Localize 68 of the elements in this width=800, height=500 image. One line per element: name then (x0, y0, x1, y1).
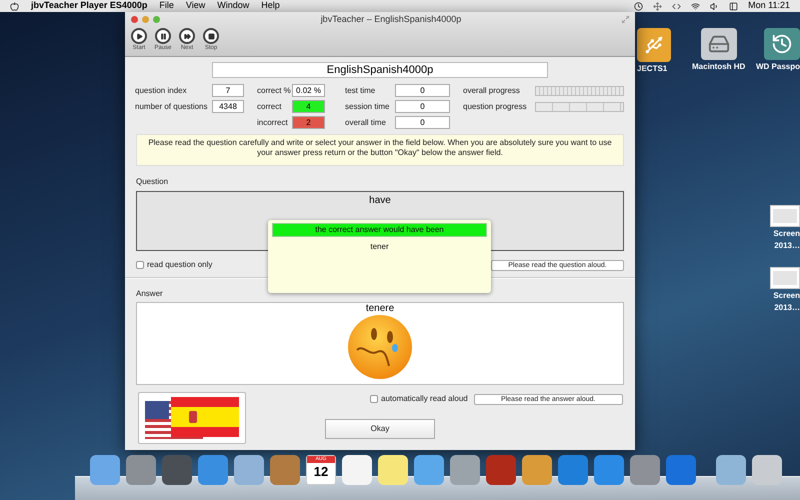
question-text: have (369, 194, 391, 208)
desktop-icon-label: Macintosh HD (692, 62, 746, 72)
answer-text: tenere (366, 303, 394, 314)
stat-label: test time (345, 84, 376, 96)
stat-label: session time (345, 100, 390, 112)
wifi-icon[interactable] (691, 2, 700, 10)
fast-forward-icon (179, 28, 195, 44)
stop-icon (203, 28, 219, 44)
desktop-icon-label: Screen (773, 291, 800, 301)
language-flag-panel[interactable] (138, 392, 246, 444)
hard-drive-icon[interactable] (700, 28, 737, 60)
checkbox[interactable] (136, 261, 144, 269)
stat-label: incorrect (257, 116, 289, 128)
minimize-button[interactable] (142, 16, 149, 23)
stat-label: number of questions (135, 100, 208, 112)
clock-icon[interactable] (634, 2, 644, 10)
apple-icon[interactable] (10, 2, 19, 10)
stat-label: correct % (257, 84, 292, 96)
stat-field: 4348 (212, 100, 244, 113)
menu-item[interactable]: View (186, 0, 206, 13)
move-icon[interactable] (653, 2, 662, 10)
menu-item[interactable]: Window (217, 0, 250, 13)
desktop-icon-label: 2013… (774, 303, 800, 313)
menu-clock[interactable]: Mon 11:21 (748, 0, 790, 13)
desktop-icon-label: JECTS1 (637, 64, 668, 74)
usb-drive-icon[interactable] (637, 28, 671, 62)
stat-field: 4 (292, 100, 325, 113)
okay-button[interactable]: Okay (325, 419, 435, 439)
checkbox[interactable] (370, 395, 378, 403)
correct-answer-text: tener (370, 241, 389, 253)
stat-label: question index (135, 84, 188, 96)
window-title: jbvTeacher – EnglishSpanish4000p (320, 12, 462, 26)
deck-name-field: EnglishSpanish4000p (212, 62, 548, 78)
stat-field: 2 (292, 116, 325, 129)
stat-label: question progress (463, 100, 528, 112)
zoom-button[interactable] (153, 16, 160, 23)
answer-box[interactable]: tenere (136, 302, 624, 385)
menu-item[interactable]: File (159, 0, 174, 13)
instructions-text: Please read the question carefully and write or select your answer in the field below. When you are absolutely sure you want to use your answer press return or the button "Okay" below the answer field. (136, 134, 624, 166)
desktop-icon-label: Screen (773, 229, 800, 239)
stat-label: overall progress (463, 84, 521, 96)
question-heading: Question (136, 176, 170, 188)
panel-icon[interactable] (729, 2, 738, 10)
stat-field: 0.02 % (292, 84, 325, 97)
fullscreen-icon[interactable] (622, 16, 629, 23)
answer-heading: Answer (136, 288, 164, 300)
close-button[interactable] (131, 16, 138, 23)
screenshot-thumbnail-icon[interactable] (770, 205, 800, 227)
checkbox-label: read question only (147, 259, 212, 271)
screenshot-thumbnail-icon[interactable] (770, 267, 800, 289)
speaker-icon[interactable] (710, 2, 720, 10)
code-icon[interactable] (672, 2, 682, 10)
popup-header: the correct answer would have been (272, 223, 487, 237)
play-icon (131, 28, 147, 44)
stat-label: correct (257, 100, 282, 112)
stat-field: 0 (395, 100, 450, 113)
pause-icon (155, 28, 171, 44)
desktop-icon-label: 2013… (774, 241, 800, 251)
app-menu[interactable]: jbvTeacher Player ES4000p (31, 0, 148, 13)
stat-field: 0 (395, 116, 450, 129)
sad-face-icon (347, 314, 413, 380)
menu-item[interactable]: Help (261, 0, 280, 13)
stat-field: 0 (395, 84, 450, 97)
backup-drive-icon[interactable] (764, 28, 800, 60)
desktop-icon-label: WD Passpo (756, 62, 800, 72)
stat-field: 7 (212, 84, 244, 97)
checkbox-label: automatically read aloud (381, 393, 468, 405)
stat-label: overall time (345, 116, 387, 128)
